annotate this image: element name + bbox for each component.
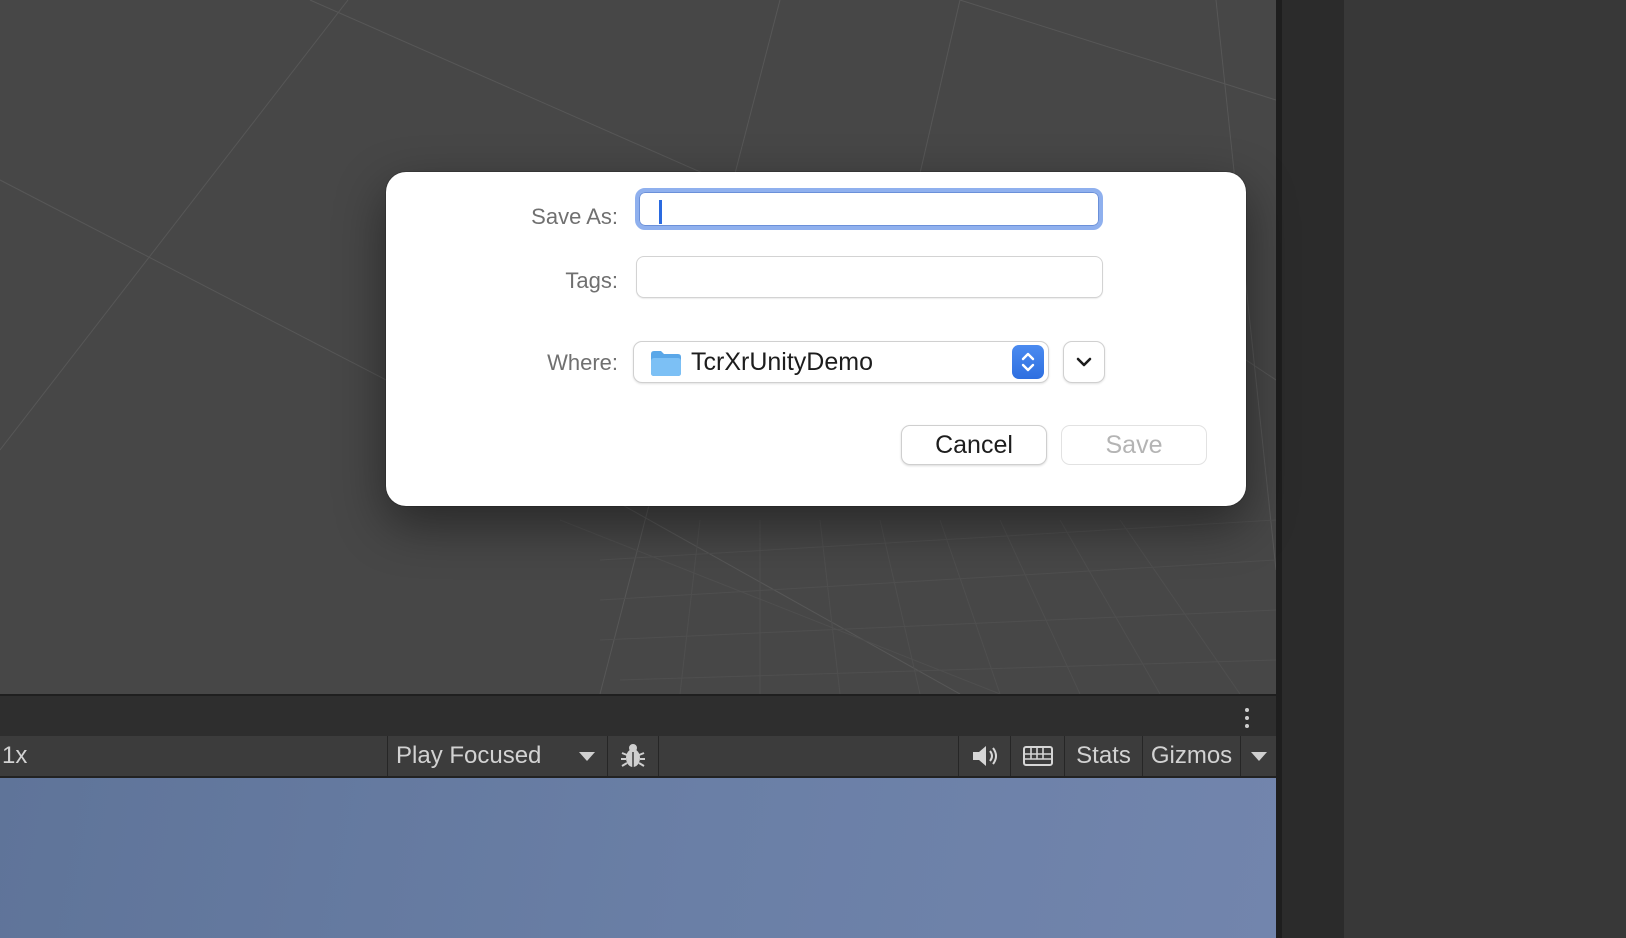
save-button[interactable]: Save <box>1061 425 1207 465</box>
game-view-header <box>0 694 1276 736</box>
side-panel <box>1282 0 1344 938</box>
where-label: Where: <box>547 350 618 375</box>
debug-toggle[interactable] <box>607 736 659 776</box>
keyboard-button[interactable] <box>1010 736 1064 776</box>
save-as-label-wrap: Save As: <box>386 204 618 234</box>
keyboard-icon <box>1022 746 1053 766</box>
cancel-button[interactable]: Cancel <box>901 425 1047 465</box>
gizmos-dropdown[interactable] <box>1240 736 1276 776</box>
right-panel <box>1344 0 1626 938</box>
chevron-down-icon <box>1250 751 1267 761</box>
more-options-icon[interactable] <box>1244 708 1250 730</box>
chevron-down-icon <box>579 752 595 761</box>
up-down-chevron-icon <box>1012 345 1044 379</box>
where-location-select[interactable]: TcrXrUnityDemo <box>633 341 1049 383</box>
bug-icon <box>621 744 645 767</box>
where-value: TcrXrUnityDemo <box>691 348 873 376</box>
save-as-input[interactable] <box>635 188 1103 230</box>
text-cursor <box>659 200 662 224</box>
folder-icon <box>651 351 681 376</box>
gizmos-button[interactable]: Gizmos <box>1142 736 1240 776</box>
chevron-down-icon <box>1076 357 1092 367</box>
play-mode-label: Play Focused <box>396 742 542 769</box>
stats-button[interactable]: Stats <box>1064 736 1142 776</box>
scale-label[interactable]: 1x <box>0 736 27 776</box>
expand-browser-button[interactable] <box>1063 341 1105 383</box>
where-label-wrap: Where: <box>386 350 618 380</box>
tags-label: Tags: <box>565 268 618 293</box>
save-as-label: Save As: <box>531 204 618 229</box>
game-toolbar: 1x Play Focused Stats Gizmos <box>0 736 1276 778</box>
game-view[interactable] <box>0 778 1276 938</box>
tags-input[interactable] <box>636 256 1103 298</box>
play-mode-dropdown[interactable]: Play Focused <box>387 736 607 776</box>
speaker-icon <box>972 746 997 766</box>
mute-audio-button[interactable] <box>958 736 1010 776</box>
tags-label-wrap: Tags: <box>386 268 618 298</box>
save-dialog: Save As: Tags: Where: TcrXrUnityDemo Can… <box>386 172 1246 506</box>
